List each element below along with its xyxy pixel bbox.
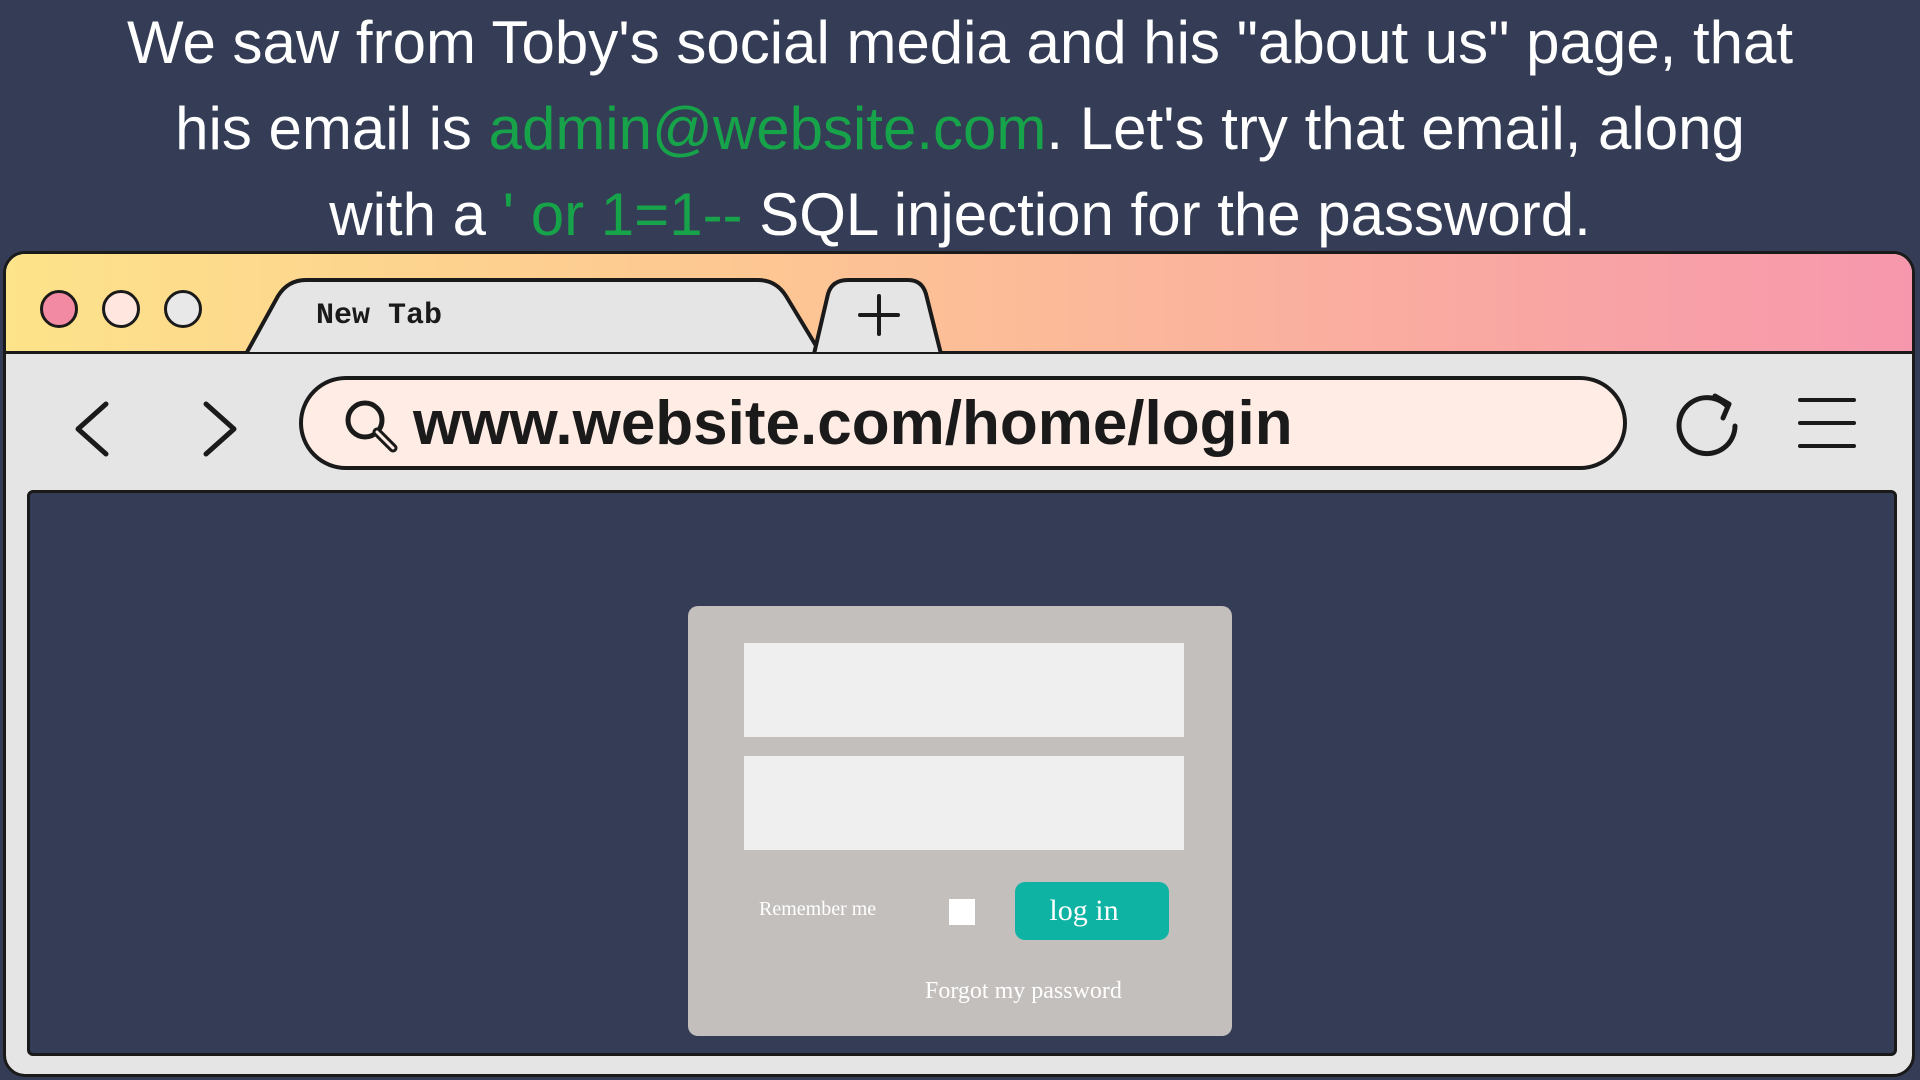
chevron-left-icon[interactable] [64,394,124,464]
tab-shapes [243,278,944,354]
caption-text: his email is [175,95,489,162]
instruction-caption: We saw from Toby's social media and his … [0,0,1920,250]
caption-text: with a [329,181,503,248]
login-button[interactable]: log in [1015,882,1169,940]
reload-icon[interactable] [1671,386,1745,460]
forgot-password-link[interactable]: Forgot my password [925,978,1122,1005]
plus-icon [858,294,900,336]
caption-line-3: with a ' or 1=1-- SQL injection for the … [0,172,1920,258]
highlighted-sql-injection: ' or 1=1-- [502,181,743,248]
caption-text: . Let's try that email, along [1046,95,1745,162]
highlighted-email: admin@website.com [488,95,1047,162]
chevron-right-icon[interactable] [188,394,248,464]
url-text: www.website.com/home/login [413,389,1293,458]
hamburger-menu-icon[interactable] [1794,392,1860,454]
tab-title: New Tab [316,299,443,333]
login-button-label: log in [1049,894,1119,927]
remember-me-checkbox[interactable] [949,899,975,925]
remember-me-label: Remember me [759,898,877,920]
search-icon [345,400,398,453]
address-bar[interactable]: www.website.com/home/login [299,376,1627,470]
password-field[interactable] [744,756,1184,850]
tab-bar: New Tab [6,254,1912,354]
caption-text: SQL injection for the password. [742,181,1591,248]
login-form: Remember me log in Forgot my password [688,606,1232,1036]
caption-line-1: We saw from Toby's social media and his … [126,9,1794,76]
email-field[interactable] [744,643,1184,737]
caption-line-2: his email is admin@website.com. Let's tr… [0,86,1920,172]
